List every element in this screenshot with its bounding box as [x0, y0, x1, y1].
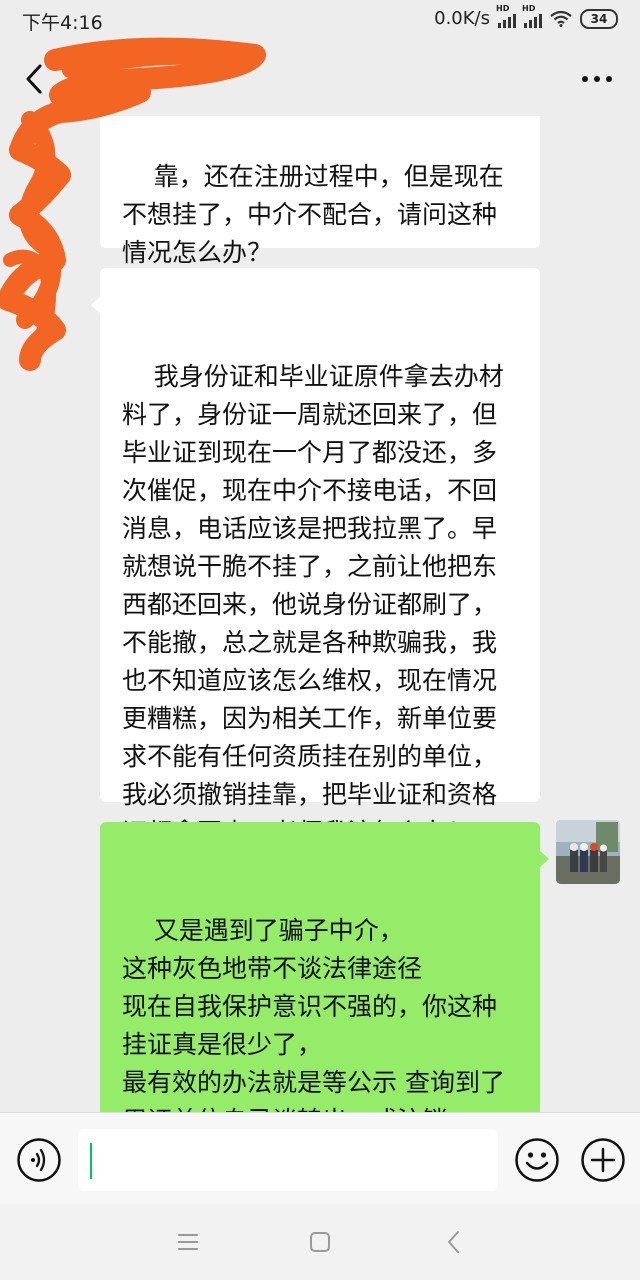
wifi-icon	[550, 10, 572, 27]
message-input-bar	[0, 1112, 640, 1205]
message-input[interactable]	[78, 1129, 498, 1191]
home-icon[interactable]	[308, 1228, 332, 1256]
message-bubble-sent[interactable]: 又是遇到了骗子中介， 这种灰色地带不谈法律途径 现在自我保护意识不强的，你这种挂…	[100, 822, 549, 1112]
battery-indicator: 34	[580, 8, 618, 29]
message-text: 又是遇到了骗子中介， 这种灰色地带不谈法律途径 现在自我保护意识不强的，你这种挂…	[122, 916, 505, 1112]
status-indicators: 0.0K/s HD HD 34	[434, 4, 618, 29]
emoji-icon[interactable]	[514, 1137, 560, 1183]
network-speed: 0.0K/s	[434, 8, 490, 29]
back-icon[interactable]	[442, 1228, 466, 1256]
signal-label: HD	[522, 3, 536, 13]
signal-icon: HD	[496, 4, 516, 28]
more-dots-icon[interactable]	[580, 74, 614, 84]
chat-message-list[interactable]: 靠，还在注册过程中，但是现在不想挂了，中介不配合，请问这种情况怎么办？ 我身份证…	[0, 116, 640, 1112]
plus-icon[interactable]	[580, 1137, 626, 1183]
menu-icon[interactable]	[176, 1228, 200, 1256]
signal-label: HD	[496, 3, 510, 13]
status-time: 下午4:16	[22, 12, 103, 34]
avatar[interactable]	[556, 820, 620, 884]
voice-icon[interactable]	[16, 1137, 62, 1183]
message-bubble-received[interactable]: 我身份证和毕业证原件拿去办材料了，身份证一周就还回来了，但毕业证到现在一个月了都…	[91, 268, 540, 847]
message-bubble-received[interactable]: 靠，还在注册过程中，但是现在不想挂了，中介不配合，请问这种情况怎么办？	[100, 116, 540, 267]
message-text: 我身份证和毕业证原件拿去办材料了，身份证一周就还回来了，但毕业证到现在一个月了都…	[122, 362, 504, 847]
chat-header	[0, 40, 640, 116]
system-navigation-bar	[0, 1204, 640, 1280]
text-caret	[90, 1143, 92, 1179]
avatar-photo	[556, 820, 620, 884]
status-bar: 下午4:16 0.0K/s HD HD 34	[0, 0, 640, 40]
message-text: 靠，还在注册过程中，但是现在不想挂了，中介不配合，请问这种情况怎么办？	[122, 162, 504, 267]
signal-icon: HD	[522, 4, 542, 28]
chevron-left-icon[interactable]	[20, 62, 50, 96]
